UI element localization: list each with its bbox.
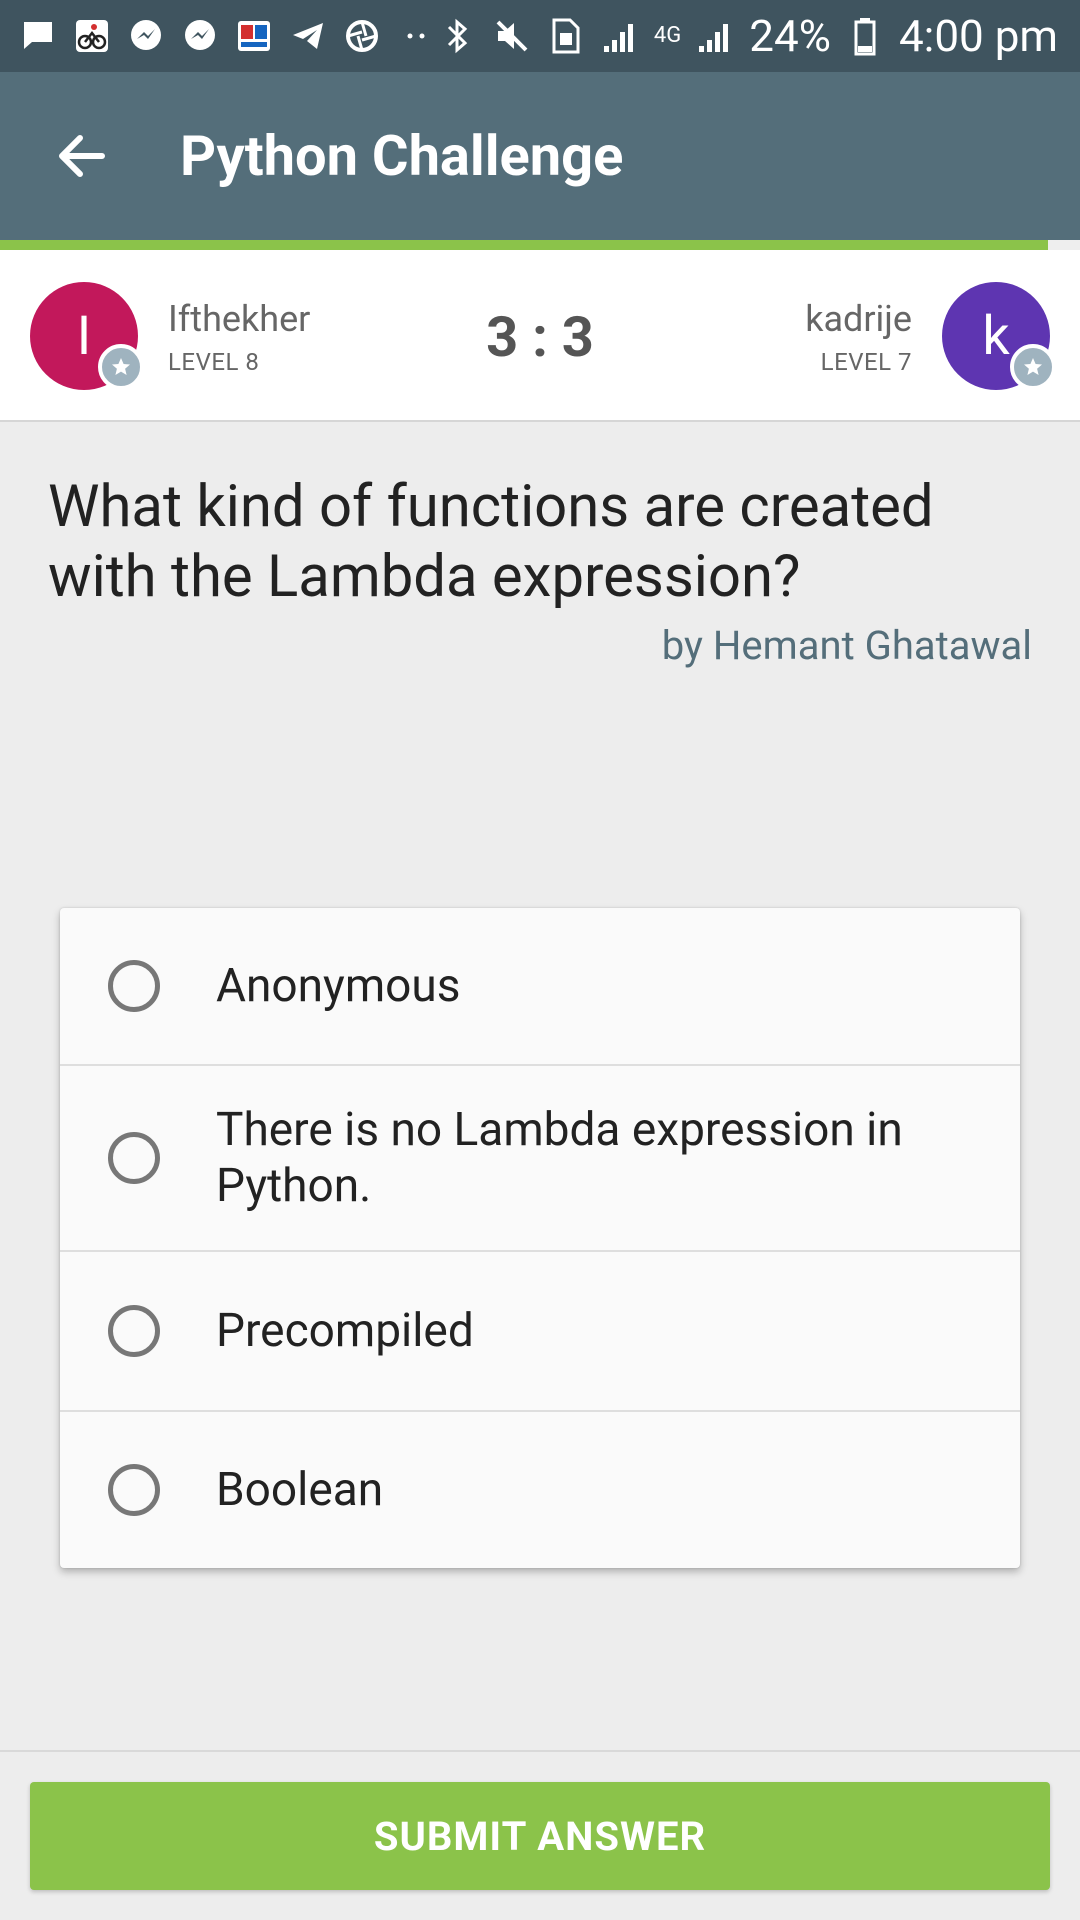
radio-button[interactable]: [108, 1132, 160, 1184]
player-left-initial: I: [76, 304, 92, 368]
battery-percent: 24%: [749, 10, 831, 62]
answer-option[interactable]: Boolean: [60, 1412, 1020, 1568]
answer-options: Anonymous There is no Lambda expression …: [60, 908, 1020, 1568]
player-right-name: kadrije: [805, 298, 912, 340]
system-icons: 4G 24% 4:00 pm: [438, 10, 1058, 62]
answer-option[interactable]: Anonymous: [60, 908, 1020, 1066]
score: 3 : 3: [486, 304, 594, 370]
status-bar: 4G 24% 4:00 pm: [0, 0, 1080, 72]
arrow-back-icon: [59, 135, 105, 177]
bottom-divider: [0, 1750, 1080, 1752]
signal-icon: [695, 16, 735, 56]
level-badge-star-icon: [98, 344, 144, 390]
player-right-level: LEVEL 7: [820, 348, 912, 376]
message-icon: [18, 16, 58, 56]
challenge-progress-fill: [0, 240, 1048, 250]
sim-icon: [546, 16, 586, 56]
aperture-icon: [342, 16, 382, 56]
answer-option-label: Precompiled: [216, 1304, 474, 1358]
challenge-progress-bar: [0, 240, 1080, 250]
radio-button[interactable]: [108, 960, 160, 1012]
messenger-icon: [180, 16, 220, 56]
mute-icon: [492, 16, 532, 56]
level-badge-star-icon: [1010, 344, 1056, 390]
answer-option[interactable]: There is no Lambda expression in Python.: [60, 1066, 1020, 1252]
back-button[interactable]: [40, 116, 120, 196]
question-author: by Hemant Ghatawal: [661, 622, 1032, 669]
player-left-avatar[interactable]: I: [30, 282, 144, 390]
player-right-initial: k: [982, 304, 1010, 368]
battery-icon: [845, 16, 885, 56]
clock: 4:00 pm: [898, 10, 1058, 62]
answer-option[interactable]: Precompiled: [60, 1252, 1020, 1412]
answer-option-label: Anonymous: [216, 959, 461, 1013]
cycling-app-icon: [72, 16, 112, 56]
app-bar: Python Challenge: [0, 72, 1080, 240]
messenger-icon: [126, 16, 166, 56]
signal-icon: [600, 16, 640, 56]
radio-button[interactable]: [108, 1464, 160, 1516]
dictionary-app-icon: [234, 16, 274, 56]
submit-answer-button[interactable]: SUBMIT ANSWER: [30, 1782, 1050, 1890]
player-left-name: Ifthekher: [168, 298, 311, 340]
bluetooth-icon: [438, 16, 478, 56]
player-left-level: LEVEL 8: [168, 348, 260, 376]
dots-icon: [396, 16, 436, 56]
answer-option-label: Boolean: [216, 1463, 384, 1517]
answer-option-label: There is no Lambda expression in Python.: [216, 1103, 903, 1213]
network-type: 4G: [653, 23, 682, 48]
notification-icons: [18, 14, 436, 58]
page-title: Python Challenge: [180, 123, 624, 189]
question-text: What kind of functions are created with …: [48, 473, 934, 611]
player-right-avatar[interactable]: k: [942, 282, 1056, 390]
telegram-icon: [288, 16, 328, 56]
players-panel: I Ifthekher LEVEL 8 3 : 3 kadrije LEVEL …: [0, 250, 1080, 422]
radio-button[interactable]: [108, 1305, 160, 1357]
